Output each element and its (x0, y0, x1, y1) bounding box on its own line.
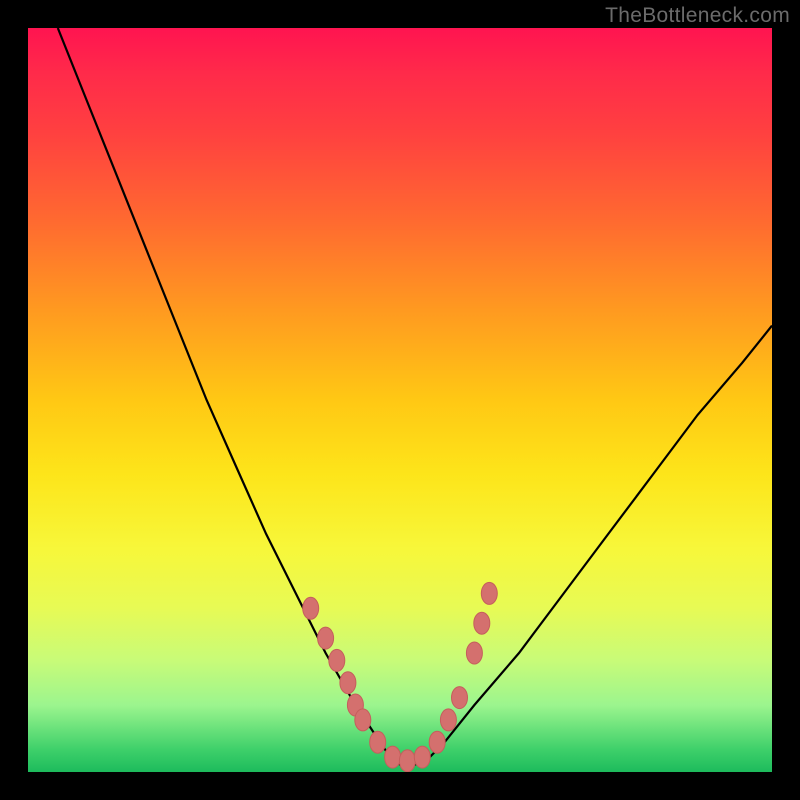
chart-frame: TheBottleneck.com (0, 0, 800, 800)
watermark-text: TheBottleneck.com (605, 4, 790, 28)
curve-marker (385, 746, 401, 768)
curve-marker (399, 750, 415, 772)
curve-marker (474, 612, 490, 634)
curve-layer (28, 28, 772, 772)
curve-marker (318, 627, 334, 649)
curve-marker (452, 687, 468, 709)
curve-marker (429, 731, 445, 753)
curve-marker (440, 709, 456, 731)
bottleneck-curve (58, 28, 772, 765)
curve-marker (466, 642, 482, 664)
curve-marker (340, 672, 356, 694)
curve-marker (481, 582, 497, 604)
plot-area (28, 28, 772, 772)
curve-marker (329, 649, 345, 671)
curve-marker (303, 597, 319, 619)
curve-marker (355, 709, 371, 731)
curve-marker (370, 731, 386, 753)
curve-markers (303, 582, 498, 771)
curve-marker (414, 746, 430, 768)
